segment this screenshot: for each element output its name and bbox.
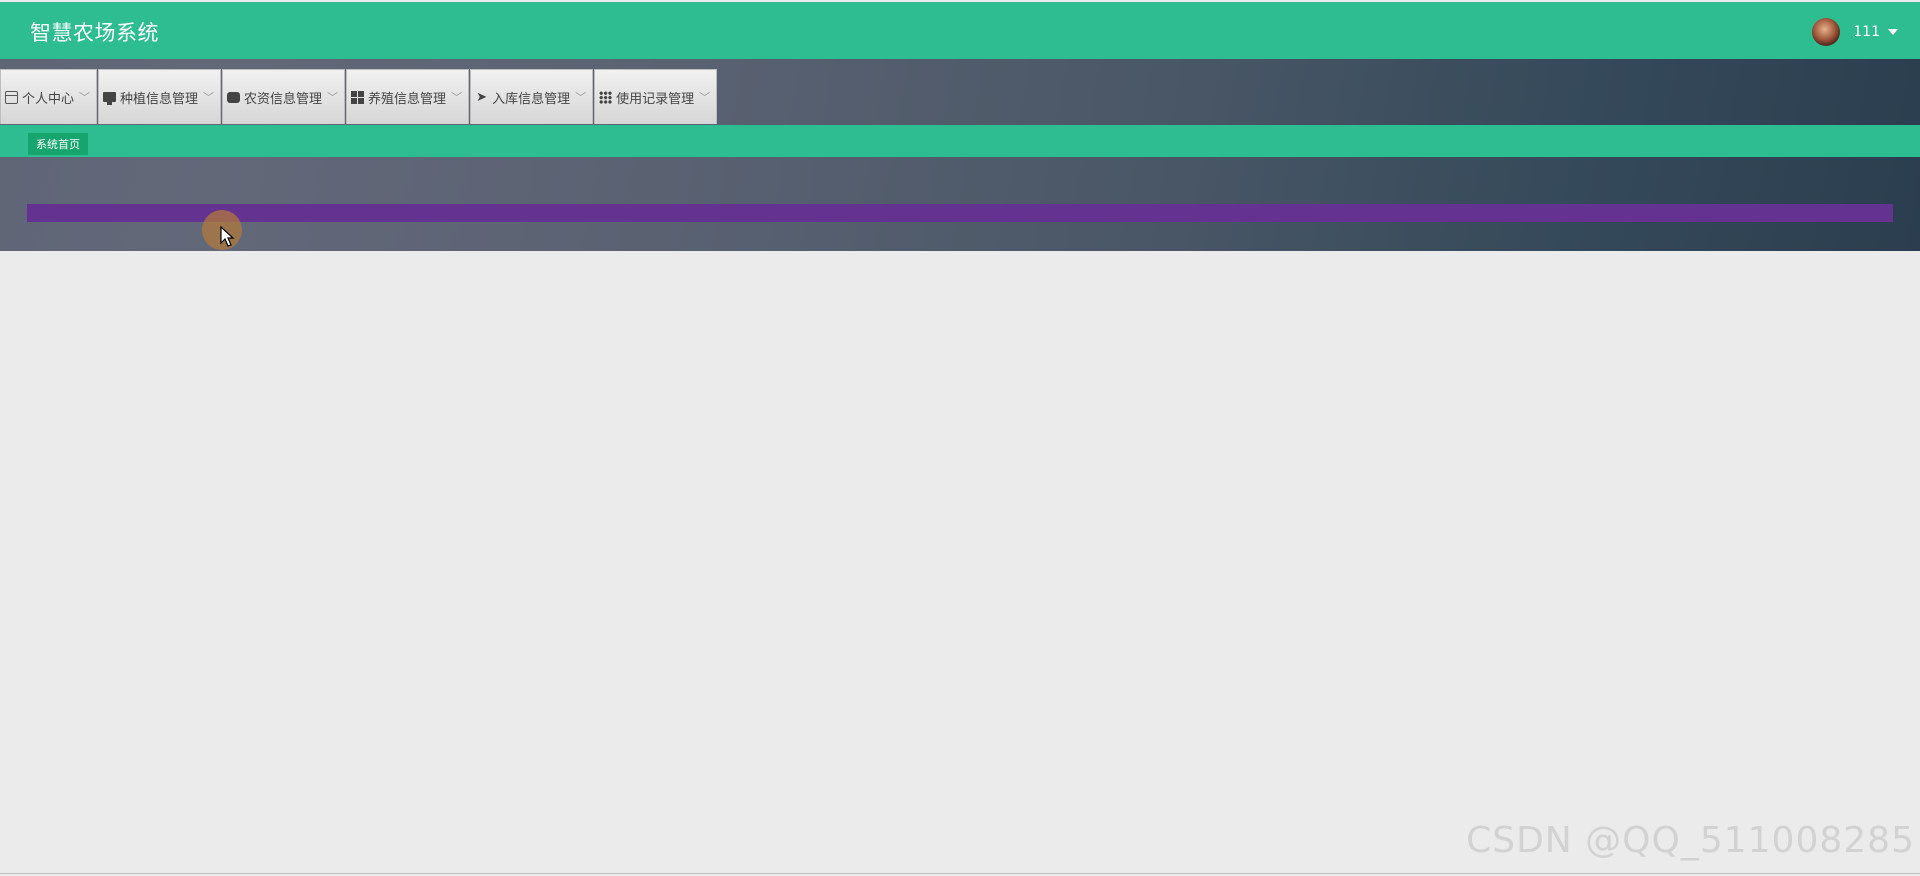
grid-nine-icon <box>599 90 613 104</box>
chevron-down-icon: ﹀ <box>575 91 587 104</box>
user-menu[interactable]: 111 <box>1812 17 1898 47</box>
card-icon <box>5 90 18 104</box>
nav-item-warehousing-info[interactable]: ➤ 入库信息管理 ﹀ <box>470 69 594 124</box>
avatar[interactable] <box>1812 18 1841 46</box>
paper-plane-icon: ➤ <box>476 89 488 105</box>
chevron-down-icon: ﹀ <box>203 91 215 104</box>
nav-item-label: 种植信息管理 <box>120 91 199 107</box>
main-nav: 个人中心 ﹀ 种植信息管理 ﹀ 农资信息管理 ﹀ 养殖信息管理 ﹀ ➤ 入库信息… <box>0 69 718 124</box>
divider <box>0 873 1920 874</box>
hard-drive-icon <box>227 91 241 103</box>
breadcrumb: 系统首页 <box>0 125 1920 157</box>
breadcrumb-home[interactable]: 系统首页 <box>28 133 88 155</box>
nav-item-label: 农资信息管理 <box>244 91 323 107</box>
nav-item-usage-records[interactable]: 使用记录管理 ﹀ <box>594 69 718 124</box>
caret-down-icon[interactable] <box>1888 29 1898 35</box>
monitor-icon <box>103 92 117 105</box>
chevron-down-icon: ﹀ <box>451 91 463 104</box>
nav-item-label: 使用记录管理 <box>616 91 695 107</box>
top-header: 智慧农场系统 111 <box>0 2 1920 59</box>
nav-item-label: 入库信息管理 <box>492 91 571 107</box>
watermark: CSDN @QQ_511008285 <box>1466 820 1915 861</box>
mouse-cursor-icon <box>220 226 235 247</box>
nav-item-breeding-info[interactable]: 养殖信息管理 ﹀ <box>346 69 470 124</box>
username[interactable]: 111 <box>1853 24 1880 40</box>
chevron-down-icon: ﹀ <box>79 91 91 104</box>
nav-item-planting-info[interactable]: 种植信息管理 ﹀ <box>98 69 222 124</box>
nav-item-label: 养殖信息管理 <box>368 91 447 107</box>
nav-item-supplies-info[interactable]: 农资信息管理 ﹀ <box>222 69 346 124</box>
app-title: 智慧农场系统 <box>30 21 159 45</box>
chevron-down-icon: ﹀ <box>699 91 711 104</box>
grid-four-icon <box>351 90 365 104</box>
nav-item-personal-center[interactable]: 个人中心 ﹀ <box>0 69 98 124</box>
chevron-down-icon: ﹀ <box>327 91 339 104</box>
nav-item-label: 个人中心 <box>22 91 75 107</box>
progress-bar <box>27 204 1893 222</box>
